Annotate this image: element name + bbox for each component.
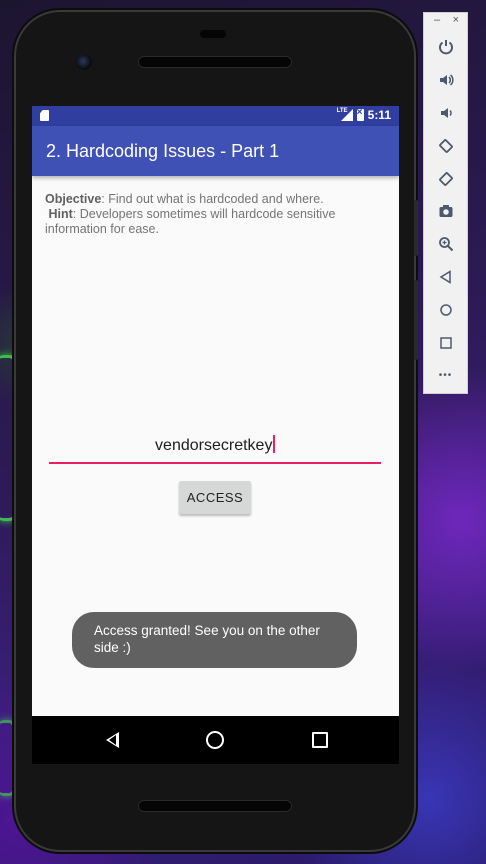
close-button[interactable]: ×: [453, 14, 459, 26]
bottom-speaker: [138, 800, 292, 812]
home-icon[interactable]: [424, 293, 467, 326]
app-bar: 2. Hardcoding Issues - Part 1: [32, 126, 399, 176]
camera-icon[interactable]: [424, 195, 467, 228]
front-camera-icon: [76, 54, 92, 70]
status-right: LTE 5:11: [336, 107, 391, 122]
hint-text: : Developers sometimes will hardcode sen…: [45, 207, 336, 236]
instructions: Objective: Find out what is hardcoded an…: [32, 176, 399, 237]
volume-up-icon[interactable]: [424, 64, 467, 97]
volume-side-button[interactable]: [414, 280, 418, 360]
more-icon[interactable]: •••: [424, 359, 467, 392]
device-screen: LTE 5:11 2. Hardcoding Issues - Part 1 O…: [32, 106, 399, 716]
input-value: vendorsecretkey: [155, 437, 273, 454]
status-time: 5:11: [367, 108, 391, 122]
overview-icon[interactable]: [424, 326, 467, 359]
battery-icon: [356, 107, 364, 121]
back-icon-inner: [109, 735, 116, 745]
phone-frame: LTE 5:11 2. Hardcoding Issues - Part 1 O…: [14, 10, 418, 852]
hint-label: Hint: [48, 207, 73, 221]
toast-message: Access granted! See you on the other sid…: [72, 612, 357, 668]
network-label: LTE: [336, 108, 348, 114]
objective-label: Objective: [45, 192, 102, 206]
background-neon-decoration: [0, 720, 15, 796]
emulator-toolbar: – × •••: [423, 12, 468, 394]
power-icon[interactable]: [424, 31, 467, 64]
recents-icon[interactable]: [312, 732, 328, 748]
minimize-button[interactable]: –: [434, 14, 440, 26]
app-title: 2. Hardcoding Issues - Part 1: [46, 140, 280, 161]
objective-text: : Find out what is hardcoded and where.: [101, 192, 324, 206]
more-label: •••: [438, 369, 453, 381]
rotate-right-icon[interactable]: [424, 162, 467, 195]
volume-down-icon[interactable]: [424, 97, 467, 130]
text-cursor: [273, 435, 275, 453]
secret-key-input[interactable]: vendorsecretkey: [49, 435, 381, 455]
sd-card-icon: [40, 110, 49, 121]
back-icon[interactable]: [424, 261, 467, 294]
earpiece-speaker: [138, 56, 292, 68]
status-bar: LTE 5:11: [32, 106, 399, 126]
navigation-bar: [32, 716, 399, 764]
top-sensor: [200, 30, 226, 38]
secret-key-field[interactable]: vendorsecretkey: [49, 428, 381, 464]
access-button[interactable]: ACCESS: [179, 481, 251, 514]
home-icon[interactable]: [206, 731, 224, 749]
power-side-button[interactable]: [414, 200, 418, 256]
rotate-left-icon[interactable]: [424, 129, 467, 162]
zoom-icon[interactable]: [424, 228, 467, 261]
signal-icon: LTE: [336, 108, 353, 121]
toolbar-window-controls: – ×: [424, 13, 467, 31]
